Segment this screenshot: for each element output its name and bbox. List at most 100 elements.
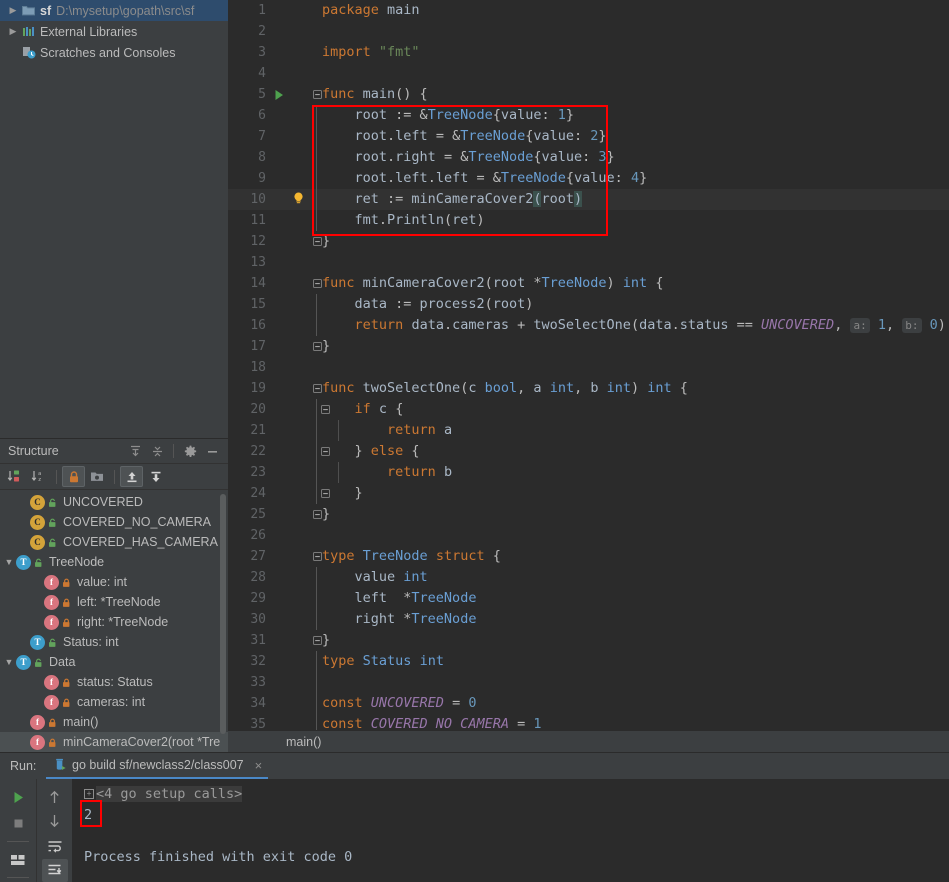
code-line[interactable]: 11 fmt.Println(ret) [228, 210, 949, 231]
code-editor[interactable]: 1 package main 2 3 import "fmt" 4 5 func main()… [228, 0, 949, 730]
code-area[interactable]: 1 package main 2 3 import "fmt" 4 5 func main()… [228, 0, 949, 730]
console-setup-calls-row[interactable]: + <4 go setup calls> [72, 784, 949, 805]
structure-item[interactable]: f main() [0, 712, 228, 732]
chevron-down-icon[interactable]: ▼ [2, 657, 16, 667]
code-line[interactable]: 32 type Status int [228, 651, 949, 672]
fold-open-icon[interactable] [312, 89, 322, 99]
code-line[interactable]: 33 [228, 672, 949, 693]
code-line[interactable]: 28 value int [228, 567, 949, 588]
structure-item[interactable]: f minCameraCover2(root *Tre [0, 732, 228, 752]
fold-guide [316, 168, 317, 189]
structure-item[interactable]: ▼ T TreeNode [0, 552, 228, 572]
scroll-to-end-button[interactable] [41, 858, 68, 882]
line-number: 2 [258, 24, 266, 39]
scroll-to-source-icon[interactable] [144, 466, 167, 487]
code-line[interactable]: 29 left *TreeNode [228, 588, 949, 609]
code-line[interactable]: 7 root.left = &TreeNode{value: 2} [228, 126, 949, 147]
code-line[interactable]: 21 return a [228, 420, 949, 441]
chevron-right-icon[interactable]: ▶ [6, 4, 20, 18]
collapse-all-icon[interactable] [147, 441, 167, 461]
sort-alphabetically-icon[interactable]: a z [28, 466, 51, 487]
code-line[interactable]: 5 func main() { [228, 84, 949, 105]
structure-scrollbar[interactable] [220, 494, 226, 734]
layout-button[interactable] [5, 847, 31, 872]
lock-public-icon [45, 637, 59, 648]
chevron-down-icon[interactable]: ▼ [2, 557, 16, 567]
code-line[interactable]: 10 ret := minCameraCover2(root) [228, 189, 949, 210]
sort-by-visibility-icon[interactable] [4, 466, 27, 487]
intention-bulb-icon[interactable] [292, 191, 305, 212]
chevron-right-icon[interactable]: ▶ [6, 25, 20, 39]
code-line[interactable]: 12} [228, 231, 949, 252]
structure-item[interactable]: C COVERED_HAS_CAMERA [0, 532, 228, 552]
code-line[interactable]: 13 [228, 252, 949, 273]
expand-all-icon[interactable] [125, 441, 145, 461]
code-line[interactable]: 2 [228, 21, 949, 42]
project-tree-panel[interactable]: ▶ sfD:\mysetup\gopath\src\sf ▶ External [0, 0, 228, 438]
group-by-folder-icon[interactable] [86, 466, 109, 487]
fold-close-icon[interactable] [312, 341, 322, 351]
code-line[interactable]: 16 return data.cameras + twoSelectOne(da… [228, 315, 949, 336]
structure-item[interactable]: f status: Status [0, 672, 228, 692]
up-button[interactable] [42, 785, 68, 809]
code-line[interactable]: 22 } else { [228, 441, 949, 462]
code-line[interactable]: 19 func twoSelectOne(c bool, a int, b int… [228, 378, 949, 399]
structure-item[interactable]: C COVERED_NO_CAMERA [0, 512, 228, 532]
structure-item[interactable]: T Status: int [0, 632, 228, 652]
fold-close-icon[interactable] [312, 236, 322, 246]
structure-item[interactable]: f right: *TreeNode [0, 612, 228, 632]
fold-open-icon[interactable] [312, 278, 322, 288]
run-config-icon [54, 757, 67, 774]
code-line[interactable]: 9 root.left.left = &TreeNode{value: 4} [228, 168, 949, 189]
down-button[interactable] [42, 810, 68, 834]
code-line[interactable]: 31} [228, 630, 949, 651]
line-number: 19 [250, 381, 266, 396]
scroll-from-source-icon[interactable] [120, 466, 143, 487]
code-line[interactable]: 20 if c { [228, 399, 949, 420]
code-line[interactable]: 26 [228, 525, 949, 546]
gear-icon[interactable] [180, 441, 200, 461]
tree-item-sf[interactable]: ▶ sf D:\mysetup\gopath\src\sf [0, 0, 228, 21]
expand-icon[interactable]: + [84, 789, 94, 799]
structure-item[interactable]: ▼ T Data [0, 652, 228, 672]
code-line[interactable]: 1 package main [228, 0, 949, 21]
code-line[interactable]: 30 right *TreeNode [228, 609, 949, 630]
code-line[interactable]: 23 return b [228, 462, 949, 483]
fold-close-icon[interactable] [312, 635, 322, 645]
code-line[interactable]: 35 const COVERED_NO_CAMERA = 1 [228, 714, 949, 730]
structure-item[interactable]: f value: int [0, 572, 228, 592]
stop-button[interactable] [5, 811, 31, 836]
code-line[interactable]: 18 [228, 357, 949, 378]
code-line[interactable]: 3 import "fmt" [228, 42, 949, 63]
tree-item-external-libraries[interactable]: ▶ External Libraries [0, 21, 228, 42]
code-line[interactable]: 27 type TreeNode struct { [228, 546, 949, 567]
code-line[interactable]: 4 [228, 63, 949, 84]
structure-item[interactable]: f left: *TreeNode [0, 592, 228, 612]
code-line[interactable]: 6 root := &TreeNode{value: 1} [228, 105, 949, 126]
code-line[interactable]: 15 data := process2(root) [228, 294, 949, 315]
code-line[interactable]: 25} [228, 504, 949, 525]
structure-item[interactable]: C UNCOVERED [0, 492, 228, 512]
code-line[interactable]: 34 const UNCOVERED = 0 [228, 693, 949, 714]
structure-item-label: main() [63, 715, 99, 729]
code-line[interactable]: 24 } [228, 483, 949, 504]
fold-open-icon[interactable] [312, 383, 322, 393]
structure-item[interactable]: f cameras: int [0, 692, 228, 712]
tree-item-scratches[interactable]: ▶ Scratches and Consoles [0, 42, 228, 63]
console-output-row: 2 [72, 805, 949, 826]
close-icon[interactable]: × [255, 758, 263, 773]
structure-tree[interactable]: C UNCOVERED C COVERED_NO_CAMERA C COVERED_HAS… [0, 490, 228, 752]
run-tab[interactable]: go build sf/newclass2/class007 × [46, 753, 269, 779]
hide-icon[interactable] [202, 441, 222, 461]
line-number: 24 [250, 486, 266, 501]
code-line[interactable]: 17} [228, 336, 949, 357]
fold-open-icon[interactable] [312, 551, 322, 561]
code-line[interactable]: 14 func minCameraCover2(root *TreeNode) i… [228, 273, 949, 294]
fold-close-icon[interactable] [312, 509, 322, 519]
rerun-button[interactable] [5, 785, 31, 810]
code-line[interactable]: 8 root.right = &TreeNode{value: 3} [228, 147, 949, 168]
soft-wrap-button[interactable] [42, 834, 68, 858]
show-non-public-icon[interactable] [62, 466, 85, 487]
run-console[interactable]: + <4 go setup calls> 2 Process finished w… [72, 779, 949, 882]
breadcrumb[interactable]: main() [228, 730, 949, 752]
